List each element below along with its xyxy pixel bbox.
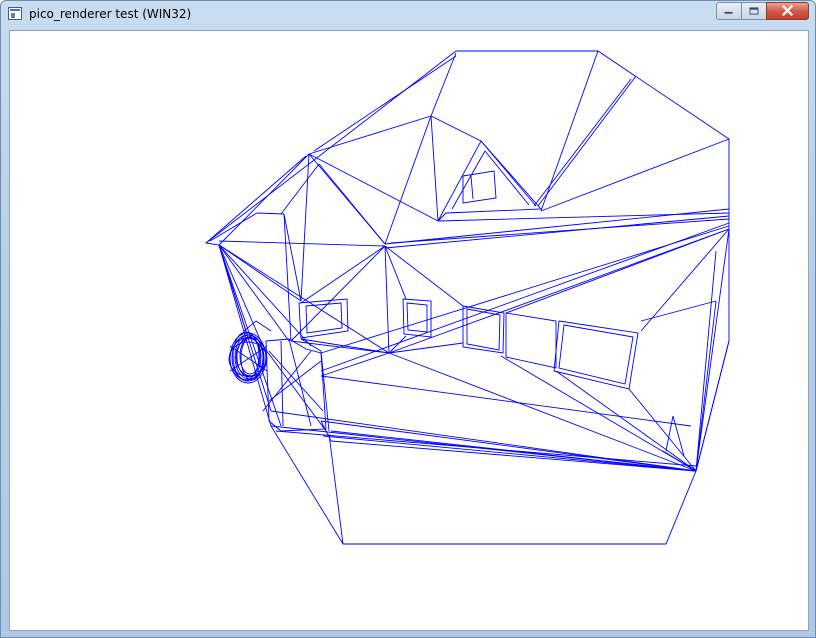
caption-buttons	[716, 2, 809, 22]
minimize-icon	[724, 11, 733, 14]
app-window-icon[interactable]	[8, 7, 22, 20]
barrel-coil	[228, 331, 268, 384]
maximize-button[interactable]	[741, 2, 767, 20]
render-viewport[interactable]	[9, 30, 809, 631]
minimize-button[interactable]	[716, 2, 742, 20]
window-title: pico_renderer test (WIN32)	[29, 7, 192, 21]
house-wireframe	[204, 50, 730, 545]
dormer	[437, 140, 542, 222]
close-button[interactable]	[766, 2, 809, 20]
application-window: pico_renderer test (WIN32)	[0, 0, 816, 638]
window-4	[505, 312, 557, 369]
close-icon	[781, 5, 794, 17]
title-bar[interactable]: pico_renderer test (WIN32)	[1, 1, 815, 29]
outer-hull	[204, 50, 730, 545]
maximize-icon	[749, 7, 759, 15]
wireframe-canvas	[204, 50, 730, 545]
